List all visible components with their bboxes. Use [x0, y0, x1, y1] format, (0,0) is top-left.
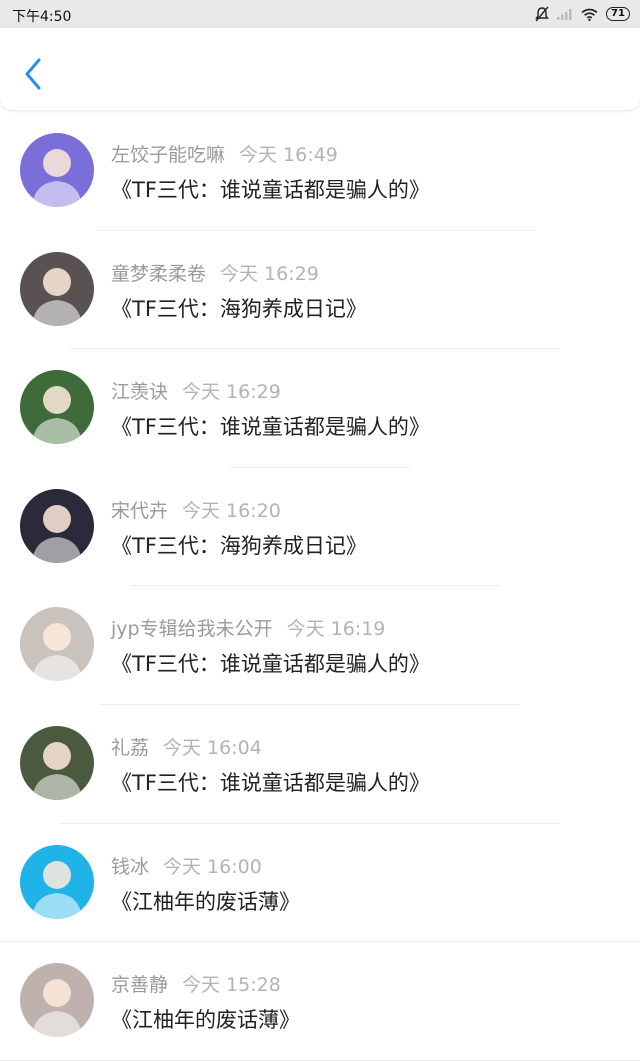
comment-meta: 钱冰 今天 16:00 [111, 852, 262, 879]
username[interactable]: jyp专辑给我未公开 [111, 618, 273, 640]
username[interactable]: 左饺子能吃嘛 [111, 144, 225, 166]
status-icons: 71 [535, 5, 630, 23]
comment-meta: 京善静 今天 15:28 [111, 970, 281, 997]
status-bar: 下午4:50 71 [0, 0, 640, 28]
timestamp: 今天 16:00 [163, 855, 262, 878]
list-item[interactable]: 礼荔 今天 16:04 《TF三代：谁说童话都是骗人的》 [0, 705, 640, 824]
avatar[interactable] [20, 488, 94, 563]
avatar[interactable] [20, 133, 94, 207]
list-item[interactable]: 左饺子能吃嘛 今天 16:49 《TF三代：谁说童话都是骗人的》 [0, 112, 640, 231]
signal-icon [557, 9, 572, 20]
work-title[interactable]: 《TF三代：谁说童话都是骗人的》 [111, 648, 430, 678]
work-title[interactable]: 《江柚年的废话薄》 [111, 886, 300, 916]
comment-meta: 礼荔 今天 16:04 [111, 733, 262, 760]
back-button[interactable] [20, 56, 48, 92]
list-item[interactable]: 宋代卉 今天 16:20 《TF三代：海狗养成日记》 [0, 468, 640, 587]
comment-list: 左饺子能吃嘛 今天 16:49 《TF三代：谁说童话都是骗人的》 童梦柔柔卷 今天 … [0, 112, 640, 1061]
avatar[interactable] [20, 725, 94, 800]
list-item[interactable]: jyp专辑给我未公开 今天 16:19 《TF三代：谁说童话都是骗人的》 [0, 586, 640, 705]
avatar[interactable] [20, 963, 94, 1038]
work-title[interactable]: 《TF三代：谁说童话都是骗人的》 [111, 411, 430, 441]
timestamp: 今天 15:28 [182, 974, 281, 997]
list-item[interactable]: 江羡诀 今天 16:29 《TF三代：谁说童话都是骗人的》 [0, 349, 640, 468]
list-item[interactable]: 童梦柔柔卷 今天 16:29 《TF三代：海狗养成日记》 [0, 231, 640, 350]
wifi-icon [581, 8, 598, 21]
timestamp: 今天 16:19 [286, 618, 386, 641]
username[interactable]: 江羡诀 [111, 381, 168, 403]
work-title[interactable]: 《TF三代：谁说童话都是骗人的》 [111, 767, 430, 797]
timestamp: 今天 16:29 [182, 381, 281, 404]
username[interactable]: 童梦柔柔卷 [111, 263, 206, 285]
comment-meta: jyp专辑给我未公开 今天 16:19 [111, 614, 385, 641]
comment-meta: 宋代卉 今天 16:20 [111, 496, 281, 523]
work-title[interactable]: 《TF三代：海狗养成日记》 [111, 293, 367, 323]
work-title[interactable]: 《江柚年的废话薄》 [111, 1004, 300, 1034]
work-title[interactable]: 《TF三代：谁说童话都是骗人的》 [111, 174, 430, 204]
comment-meta: 童梦柔柔卷 今天 16:29 [111, 259, 319, 286]
avatar[interactable] [20, 251, 94, 326]
chevron-left-icon [25, 58, 41, 90]
status-time: 下午4:50 [12, 9, 72, 25]
battery-icon: 71 [606, 7, 630, 21]
avatar[interactable] [20, 370, 94, 445]
timestamp: 今天 16:04 [163, 736, 262, 759]
nav-bar [0, 28, 640, 110]
username[interactable]: 钱冰 [111, 856, 149, 878]
list-item[interactable]: 钱冰 今天 16:00 《江柚年的废话薄》 [0, 824, 640, 943]
mute-icon [535, 6, 549, 22]
timestamp: 今天 16:49 [239, 144, 338, 166]
avatar[interactable] [20, 607, 94, 682]
comment-meta: 左饺子能吃嘛 今天 16:49 [111, 140, 338, 167]
timestamp: 今天 16:29 [220, 262, 319, 285]
timestamp: 今天 16:20 [182, 499, 281, 522]
username[interactable]: 京善静 [111, 974, 168, 996]
avatar[interactable] [20, 844, 94, 919]
username[interactable]: 礼荔 [111, 737, 149, 759]
comment-meta: 江羡诀 今天 16:29 [111, 377, 281, 404]
username[interactable]: 宋代卉 [111, 500, 168, 522]
work-title[interactable]: 《TF三代：海狗养成日记》 [111, 530, 367, 560]
list-item[interactable]: 京善静 今天 15:28 《江柚年的废话薄》 [0, 942, 640, 1061]
